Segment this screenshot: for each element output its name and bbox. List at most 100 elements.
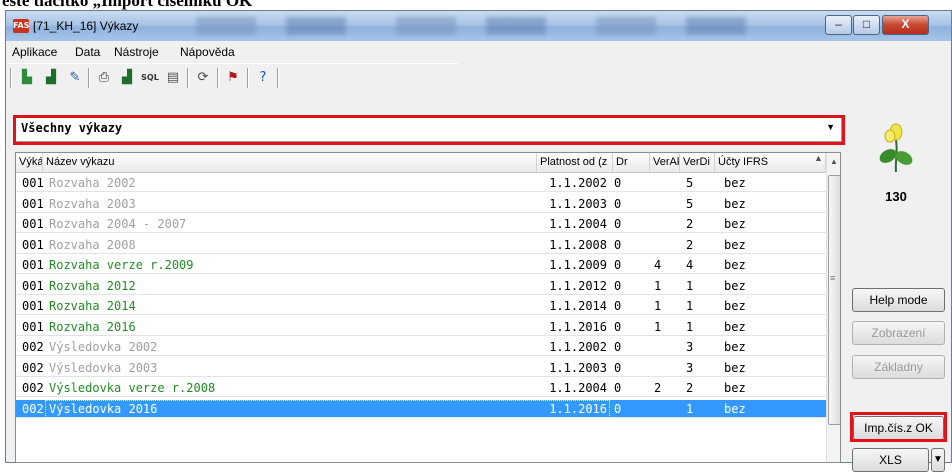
close-button[interactable]: X: [882, 15, 929, 35]
help-icon[interactable]: ?: [254, 69, 272, 87]
cell-code: 001: [22, 278, 43, 293]
cell-valid-from: 1.1.2016: [549, 319, 607, 334]
table-row[interactable]: 001 Rozvaha 2014 1.1.2014 0 1 1 bez: [16, 297, 826, 315]
column-header-dr[interactable]: Dr: [613, 153, 650, 173]
column-header-name[interactable]: Název výkazu: [43, 153, 537, 173]
menu-bar: Aplikace Data Nástroje Nápověda: [6, 41, 951, 63]
help-mode-button[interactable]: Help mode: [852, 288, 945, 312]
cell-name: Rozvaha verze r.2009: [49, 258, 194, 272]
cell-name: Rozvaha 2002: [49, 176, 136, 190]
cell-verak: [654, 215, 676, 233]
table-icon[interactable]: ▤: [164, 69, 182, 87]
table-row[interactable]: 002 Výsledovka 2003 1.1.2003 0 3 bez: [16, 359, 826, 377]
table-row[interactable]: 001 Rozvaha 2002 1.1.2002 0 5 bez: [16, 174, 826, 192]
print-icon[interactable]: ⎙: [95, 69, 113, 87]
table-row[interactable]: 001 Rozvaha 2016 1.1.2016 0 1 1 bez: [16, 318, 826, 336]
column-header-code[interactable]: Výkáz: [16, 153, 43, 173]
cell-verak: [654, 174, 676, 192]
highlight-box-import: [850, 412, 947, 442]
table-row[interactable]: 001 Rozvaha 2008 1.1.2008 0 2 bez: [16, 236, 826, 254]
xls-dropdown-icon[interactable]: ▼: [931, 448, 945, 472]
document-caption: este tlačítko „Import číselníků OK: [2, 0, 253, 10]
cell-verdi: 2: [686, 217, 694, 231]
table-row[interactable]: 002 Výsledovka 2016 1.1.2016 0 1 bez: [16, 399, 826, 418]
edit-icon[interactable]: ✎: [66, 69, 84, 87]
table-row[interactable]: 001 Rozvaha 2004 - 2007 1.1.2004 0 2 bez: [16, 215, 826, 233]
table-row[interactable]: 001 Rozvaha 2012 1.1.2012 0 1 1 bez: [16, 277, 826, 295]
cell-dr: 0: [614, 176, 622, 190]
cell-valid-from: 1.1.2003: [549, 360, 607, 375]
toolbar-separator: [247, 68, 249, 88]
cell-verdi: 3: [686, 340, 694, 354]
cell-dr: 0: [614, 258, 622, 272]
scroll-up-icon[interactable]: ▲: [830, 157, 838, 166]
zobrazeni-button[interactable]: Zobrazení: [852, 321, 945, 345]
cell-verdi: 5: [686, 196, 694, 211]
toolbar-separator: [277, 68, 279, 88]
cell-valid-from: 1.1.2014: [549, 299, 607, 313]
cell-ifrs: bez: [724, 176, 746, 190]
table-row[interactable]: 001 Rozvaha 2003 1.1.2003 0 5 bez: [16, 195, 826, 213]
cell-ifrs: bez: [724, 360, 746, 375]
cell-verak: 1: [654, 299, 662, 313]
menu-nastroje[interactable]: Nástroje: [114, 45, 159, 59]
cell-verdi: 1: [686, 401, 694, 416]
cell-verdi: 1: [686, 299, 694, 313]
vertical-scrollbar[interactable]: ▲ ≡: [826, 153, 840, 462]
cell-name: Výsledovka 2002: [49, 340, 158, 354]
refresh-icon[interactable]: ⟳: [194, 69, 212, 87]
cell-verak: 4: [654, 258, 662, 272]
cell-verak: [654, 359, 676, 377]
cell-ifrs: bez: [724, 237, 746, 252]
cell-dr: 0: [614, 278, 622, 293]
cell-verak: [654, 236, 676, 254]
column-header-verak[interactable]: VerAk: [650, 153, 680, 173]
reports-table[interactable]: Výkáz Název výkazu Platnost od (z Dr Ver…: [15, 152, 841, 463]
cell-valid-from: 1.1.2003: [549, 196, 607, 211]
cell-dr: 0: [614, 196, 622, 211]
cell-valid-from: 1.1.2002: [549, 340, 607, 354]
cell-verak: 1: [654, 319, 662, 334]
cell-name: Rozvaha 2003: [49, 196, 136, 211]
export-icon[interactable]: ▟: [42, 69, 60, 87]
cell-verak: 2: [654, 381, 662, 395]
minimize-button[interactable]: –: [825, 15, 852, 35]
flag-exit-icon[interactable]: ⚑: [224, 69, 242, 87]
cell-code: 001: [22, 176, 43, 190]
table-row[interactable]: 002 Výsledovka verze r.2008 1.1.2004 0 2 2 bez: [16, 379, 826, 397]
zakladny-button[interactable]: Základny: [852, 355, 945, 379]
record-count: 130: [885, 189, 907, 204]
cell-name: Rozvaha 2016: [49, 319, 136, 334]
cell-verdi: 5: [686, 176, 694, 190]
title-bar-background: [196, 17, 796, 35]
cell-name: Výsledovka verze r.2008: [49, 381, 216, 395]
cell-name: Rozvaha 2004 - 2007: [49, 217, 187, 231]
cell-valid-from: 1.1.2009: [549, 258, 607, 272]
highlight-box-filter: [13, 115, 845, 145]
sql-icon[interactable]: SQL: [141, 69, 159, 87]
menu-napoveda[interactable]: Nápověda: [180, 45, 235, 59]
cell-dr: 0: [614, 237, 622, 252]
new-report-icon[interactable]: ▙: [18, 69, 36, 87]
cell-name: Výsledovka 2003: [49, 360, 158, 375]
column-header-valid-from[interactable]: Platnost od (z: [537, 153, 613, 173]
column-header-verdi[interactable]: VerDi: [680, 153, 715, 173]
maximize-button[interactable]: □: [853, 15, 880, 35]
flower-logo-icon: [879, 123, 913, 173]
menu-data[interactable]: Data: [75, 45, 100, 59]
xls-button[interactable]: XLS: [852, 448, 929, 472]
cell-verdi: 4: [686, 258, 694, 272]
window-title: [71_KH_16] Výkazy: [33, 19, 139, 33]
table-row[interactable]: 001 Rozvaha verze r.2009 1.1.2009 0 4 4 bez: [16, 256, 826, 274]
table-row[interactable]: 002 Výsledovka 2002 1.1.2002 0 3 bez: [16, 338, 826, 356]
menu-aplikace[interactable]: Aplikace: [12, 45, 57, 59]
title-bar[interactable]: FAS [71_KH_16] Výkazy – □ X: [6, 11, 951, 41]
toolbar-separator: [217, 68, 219, 88]
cell-name: Rozvaha 2014: [49, 299, 136, 313]
cell-verak: [654, 195, 676, 213]
scrollbar-thumb[interactable]: [828, 175, 840, 425]
column-header-ifrs[interactable]: Účty IFRS: [715, 153, 826, 173]
cell-code: 002: [22, 340, 43, 354]
export2-icon[interactable]: ▟: [118, 69, 136, 87]
cell-dr: 0: [614, 319, 622, 334]
